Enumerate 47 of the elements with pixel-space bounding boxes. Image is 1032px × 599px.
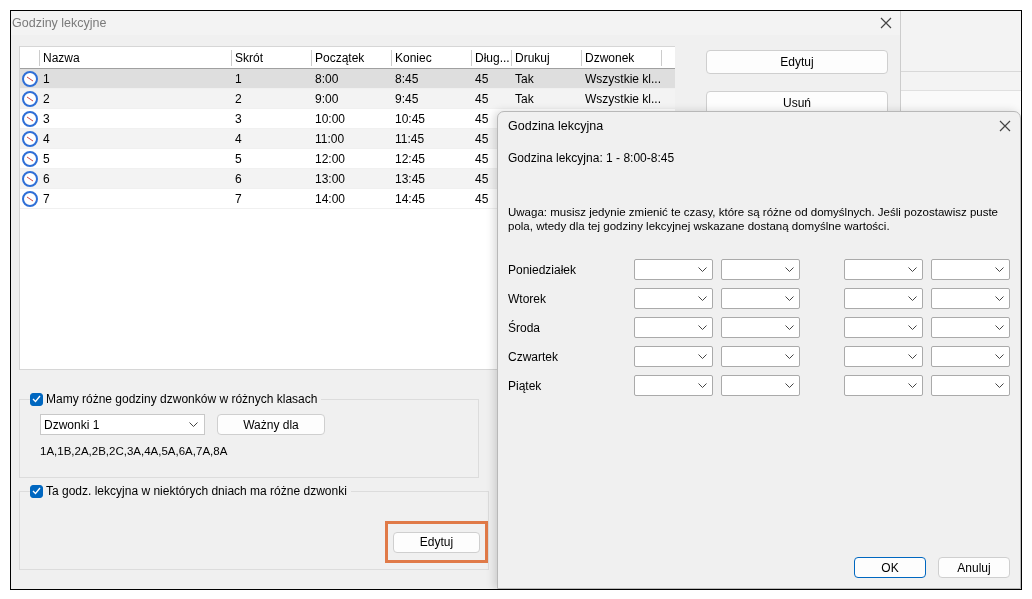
table-cell-text: 5 (42, 151, 50, 166)
table-cell-text: 4 (42, 131, 50, 146)
table-cell-text: 3 (42, 111, 50, 126)
table-cell-text: 2 (234, 91, 242, 106)
table-cell-text: 1 (234, 71, 242, 86)
table-cell-text: 1 (42, 71, 50, 86)
table-cell-text: 12:00 (314, 151, 346, 166)
table-cell-text: Wszystkie kl... (584, 71, 661, 86)
table-cell-text: Tak (514, 91, 534, 106)
table-cell-text: 7 (42, 191, 50, 206)
table-cell-text: 2 (42, 91, 50, 106)
class-list: 1A,1B,2A,2B,2C,3A,4A,5A,6A,7A,8A (40, 445, 228, 457)
day-label: Piątek (508, 378, 543, 393)
day-label: Wtorek (508, 291, 547, 306)
table-cell-text: 14:00 (314, 191, 346, 206)
table-cell-text: 45 (474, 131, 489, 146)
table-cell-text: 14:45 (394, 191, 426, 206)
table-cell-text: 45 (474, 111, 489, 126)
table-cell-text: 45 (474, 151, 489, 166)
table-cell-text: Wszystkie kl... (584, 91, 661, 106)
table-cell-text: 13:45 (394, 171, 426, 186)
table-cell-text: 8:45 (394, 71, 419, 86)
table-cell-text: 7 (234, 191, 242, 206)
window-title: Godziny lekcyjne (12, 16, 107, 30)
table-cell-text: 11:45 (394, 131, 425, 146)
table-cell-text: 4 (234, 131, 242, 146)
table-cell-text: 13:00 (314, 171, 346, 186)
table-cell-text: 3 (234, 111, 242, 126)
table-cell-text: 45 (474, 171, 489, 186)
table-cell-text: 8:00 (314, 71, 339, 86)
table-cell-text: 12:45 (394, 151, 426, 166)
table-cell-text: 6 (234, 171, 242, 186)
table-cell-text: 11:00 (314, 131, 345, 146)
day-label: Środa (508, 320, 542, 335)
table-cell-text: 45 (474, 191, 489, 206)
table-cell-text: 45 (474, 71, 489, 86)
table-cell-text: 10:45 (394, 111, 426, 126)
table-cell-text: Tak (514, 71, 534, 86)
day-label: Czwartek (508, 349, 559, 364)
table-cell-text: 9:45 (394, 91, 419, 106)
table-cell-text: 9:00 (314, 91, 339, 106)
table-cell-text: 10:00 (314, 111, 346, 126)
lesson-summary: Godzina lekcyjna: 1 - 8:00-8:45 (508, 151, 675, 165)
table-cell-text: 6 (42, 171, 50, 186)
table-cell-text: 5 (234, 151, 242, 166)
day-label: Poniedziałek (508, 262, 578, 277)
table-cell-text: 45 (474, 91, 489, 106)
